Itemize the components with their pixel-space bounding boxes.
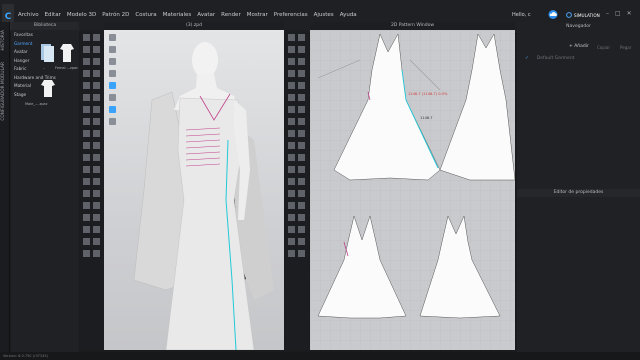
main-menu: Archivo Editar Modelo 3D Patrón 2D Costu… (18, 12, 357, 18)
user-greeting[interactable]: Hello, c (512, 12, 531, 18)
menu-mostrar[interactable]: Mostrar (247, 12, 268, 18)
tree-item-garment[interactable]: Garment (12, 40, 39, 49)
tree-item-hardware-trims[interactable]: Hardware and Trims (12, 74, 56, 83)
toolbar-2d (285, 30, 309, 350)
simulation-mode[interactable]: SIMULATION (566, 10, 604, 20)
tree-item-material[interactable]: Material (12, 82, 39, 91)
library-tree: Favoritas Garment Avatar Hanger Fabric H… (12, 31, 56, 100)
library-title: Biblioteca (11, 22, 79, 30)
tree-item-avatar[interactable]: Avatar (12, 48, 39, 57)
thumb-label: .. (43, 66, 46, 70)
folder-thumbnail[interactable] (40, 42, 56, 64)
gear-icon (566, 12, 572, 18)
close-icon[interactable]: ✕ (627, 10, 632, 17)
simulation-label: SIMULATION (574, 12, 600, 18)
window-controls: – □ ✕ (606, 10, 632, 17)
view2d-title: 2D Pattern Window (310, 22, 515, 30)
garment-row[interactable]: ✓ Default Garment (525, 56, 574, 61)
tree-item-fabric[interactable]: Fabric (12, 65, 39, 74)
female-garment-thumbnail[interactable] (59, 42, 75, 64)
navigator-actions: Copiar Pegar (597, 45, 631, 50)
toolbar-3d-left (80, 30, 104, 350)
menu-ayuda[interactable]: Ayuda (340, 12, 357, 18)
thumb-label: Femal....zpac (55, 66, 79, 70)
tab-historia[interactable]: HISTORIA (1, 30, 6, 50)
menu-costura[interactable]: Costura (135, 12, 156, 18)
view3d-title: (3).zpd (104, 22, 284, 30)
maximize-icon[interactable]: □ (615, 10, 621, 17)
measure-label: 1146.7 (420, 116, 433, 120)
menu-avatar[interactable]: Avatar (197, 12, 215, 18)
menu-patron-2d[interactable]: Patrón 2D (102, 12, 129, 18)
status-bar: Version: 6.0.750 (r37345) (0, 352, 640, 360)
menu-ajustes[interactable]: Ajustes (314, 12, 334, 18)
garment-label: Default Garment (536, 56, 575, 61)
avatar-garment-render (109, 34, 274, 350)
viewport-3d[interactable] (104, 30, 284, 350)
thumb-label: Male_....zpac (25, 102, 48, 106)
left-tab-strip: HISTORIA CONFIGURADOR MODULAR (0, 22, 10, 352)
paste-button[interactable]: Pegar (620, 45, 631, 50)
pattern-canvas (310, 30, 515, 350)
check-icon[interactable]: ✓ (525, 56, 529, 61)
menu-render[interactable]: Render (221, 12, 241, 18)
add-label: Añadir (574, 44, 589, 49)
menu-materiales[interactable]: Materiales (163, 12, 192, 18)
tree-item-favoritas[interactable]: Favoritas (12, 31, 39, 40)
navigator-title: Navegador (566, 24, 591, 29)
menu-modelo-3d[interactable]: Modelo 3D (67, 12, 96, 18)
male-garment-thumbnail[interactable] (40, 77, 56, 99)
pattern-window-2d[interactable]: 1146.7 (1146.7) 0.0% 1146.7 (310, 30, 515, 350)
menu-editar[interactable]: Editar (45, 12, 61, 18)
library-thumbnails: .. Femal....zpac Male_....zpac (25, 32, 79, 292)
tree-item-hanger[interactable]: Hanger (12, 57, 39, 66)
minimize-icon[interactable]: – (606, 10, 609, 17)
library-panel: Biblioteca Favoritas Garment Avatar Hang… (11, 22, 79, 352)
right-panel: Navegador + Añadir Copiar Pegar ✓ Defaul… (517, 22, 640, 352)
cloud-icon[interactable] (548, 10, 558, 19)
tab-configurador-modular[interactable]: CONFIGURADOR MODULAR (1, 62, 6, 121)
menu-archivo[interactable]: Archivo (18, 12, 39, 18)
tree-item-stage[interactable]: Stage (12, 91, 39, 100)
properties-title: Editor de propiedades (517, 189, 640, 197)
add-button[interactable]: + Añadir (569, 44, 589, 49)
tool-icons-3d[interactable] (80, 30, 104, 350)
copy-button[interactable]: Copiar (597, 45, 610, 50)
menu-preferencias[interactable]: Preferencias (274, 12, 308, 18)
measure-label: 1146.7 (1146.7) 0.0% (408, 92, 448, 96)
tool-icons-2d[interactable] (285, 30, 309, 350)
